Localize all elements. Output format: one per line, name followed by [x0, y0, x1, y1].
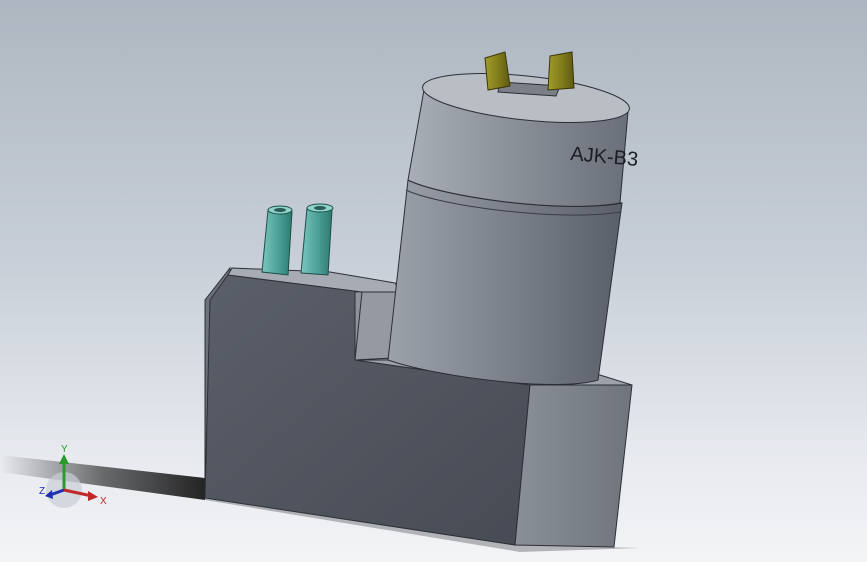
coordinate-triad[interactable]: Y X Z — [36, 440, 116, 510]
motor-end-cap — [407, 73, 630, 207]
hose-port-right — [300, 203, 334, 276]
axis-x-label: X — [100, 496, 107, 507]
axis-y-label: Y — [61, 444, 68, 455]
cad-viewport[interactable]: AJK-B3 Y X Z — [0, 0, 867, 562]
terminal-right — [547, 51, 575, 91]
body-right-face — [514, 384, 633, 548]
pump-model-3d-view[interactable]: AJK-B3 — [0, 0, 867, 562]
hose-port-left — [261, 205, 293, 276]
motor-housing — [387, 179, 623, 385]
axis-z-label: Z — [39, 486, 45, 497]
terminal-left — [484, 51, 511, 91]
